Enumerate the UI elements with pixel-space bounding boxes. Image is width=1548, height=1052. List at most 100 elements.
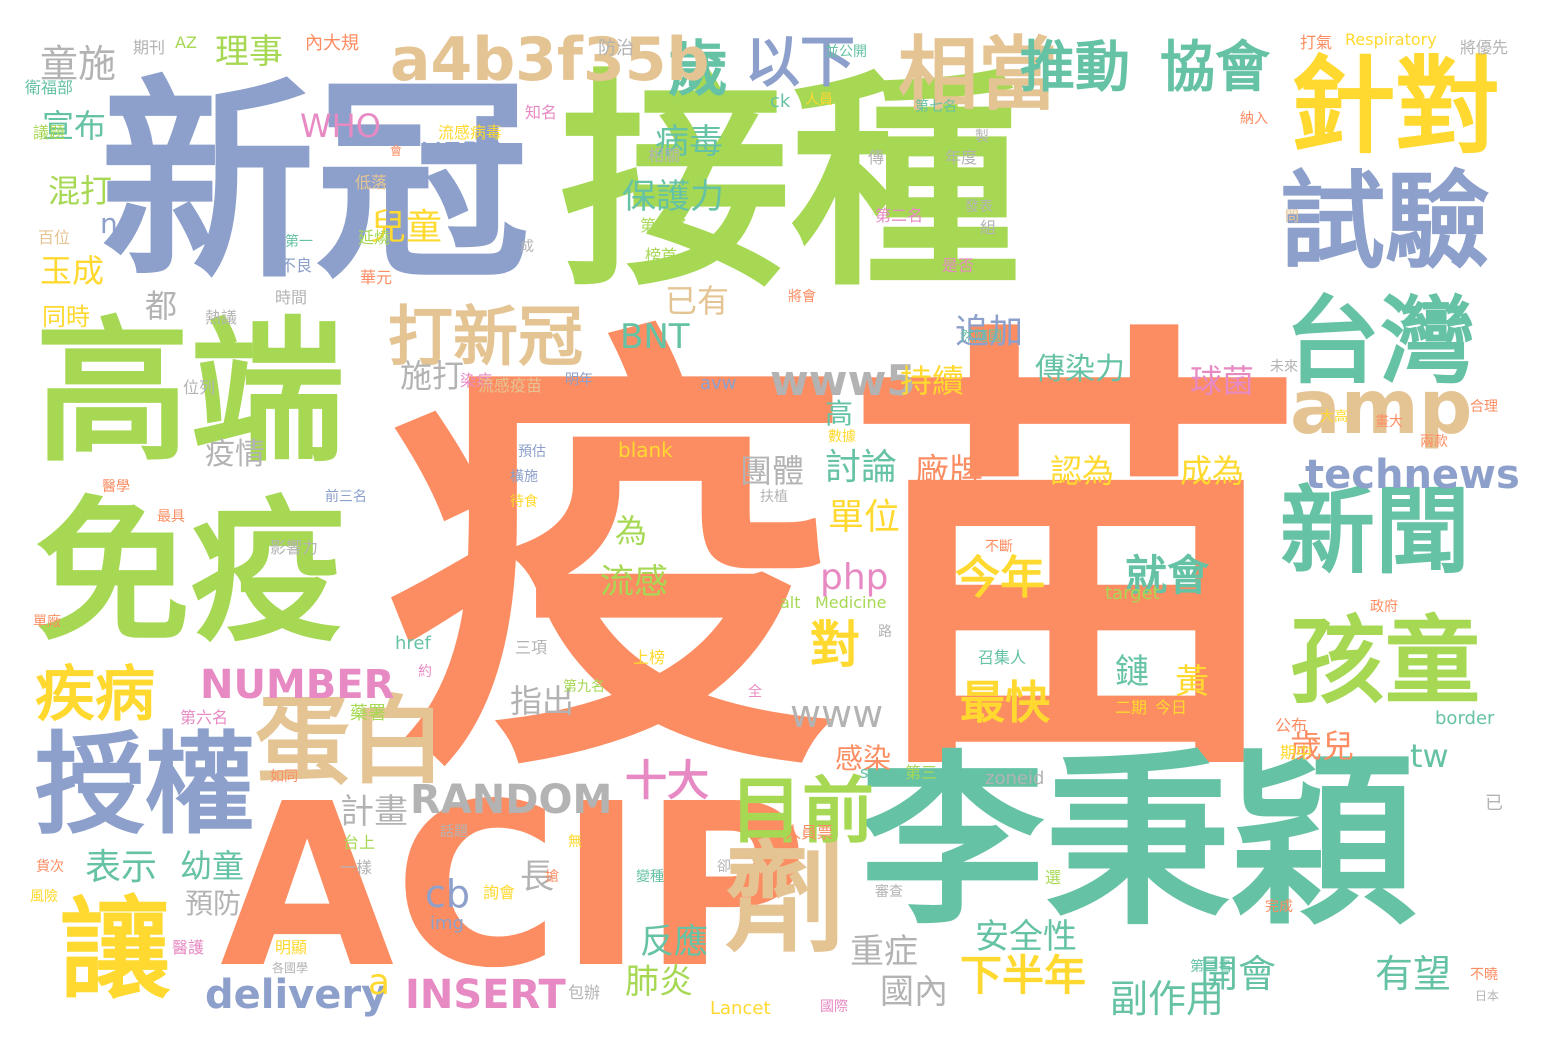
- word-cloud-term: 詢會: [483, 883, 516, 902]
- word-cloud-term: AZ: [175, 33, 197, 52]
- word-cloud-term: 完成: [1265, 899, 1293, 915]
- word-cloud-term: 無: [568, 834, 582, 850]
- word-cloud-term: php: [820, 557, 889, 598]
- word-cloud-term: 玉成: [40, 252, 105, 290]
- word-cloud-term: 幼童: [180, 847, 245, 885]
- word-cloud-term: 團體: [740, 452, 805, 490]
- word-cloud-term: 疫情: [205, 437, 265, 472]
- word-cloud-term: 高: [825, 397, 854, 430]
- word-cloud-term: 防治: [598, 38, 634, 59]
- word-cloud-term: 第三: [905, 763, 938, 782]
- word-cloud-term: 衛福部: [25, 78, 74, 97]
- word-cloud-term: 風險: [30, 889, 58, 905]
- word-cloud-term: 黃: [1175, 662, 1209, 702]
- word-cloud-term: a: [368, 962, 391, 1003]
- word-cloud-term: 畫大: [1375, 414, 1403, 430]
- word-cloud-term: 肺炎: [625, 962, 693, 1002]
- word-cloud-term: 發表: [965, 199, 993, 215]
- word-cloud-term: 已: [1485, 793, 1503, 814]
- word-cloud-term: 醫學: [102, 479, 130, 495]
- word-cloud-term: 第二名: [875, 206, 924, 225]
- word-cloud-term: Medicine: [815, 593, 887, 612]
- word-cloud-term: 不良: [280, 256, 313, 275]
- word-cloud-term: 鏈: [1115, 652, 1149, 692]
- word-cloud-term: 是否: [942, 256, 975, 275]
- word-cloud-term: 混打: [48, 172, 113, 210]
- word-cloud-term: 協會: [1160, 35, 1271, 99]
- word-cloud-term: border: [1435, 708, 1495, 729]
- word-cloud-term: 球菌: [1190, 362, 1255, 400]
- word-cloud-term: 製: [975, 129, 989, 145]
- word-cloud-term: 將會: [788, 289, 816, 305]
- word-cloud-term: avw: [700, 373, 737, 394]
- word-cloud-term: 保護力: [622, 177, 724, 217]
- word-cloud-term: 十大: [625, 756, 710, 805]
- word-cloud-term: target: [1105, 583, 1160, 604]
- word-cloud-term: 醫護: [172, 938, 205, 957]
- word-cloud-term: 最具: [157, 509, 185, 525]
- word-cloud-term: NUMBER: [200, 662, 395, 708]
- word-cloud-term: www: [790, 692, 884, 736]
- word-cloud-term: src: [860, 763, 884, 782]
- word-cloud-term: 李秉穎: [860, 734, 1415, 950]
- word-cloud-term: 單位: [828, 497, 901, 538]
- word-cloud-term: 前三名: [325, 489, 367, 505]
- word-cloud-term: 理事: [215, 32, 283, 72]
- word-cloud-term: 低落: [355, 173, 388, 192]
- word-cloud-term: a4b3f35b: [390, 25, 710, 95]
- word-cloud-term: 約: [418, 664, 432, 680]
- word-cloud-term: 明年: [565, 372, 593, 388]
- word-cloud-term: 召集人: [978, 648, 1027, 667]
- word-cloud-term: 相關: [648, 146, 681, 165]
- word-cloud-term: 反應: [640, 922, 708, 962]
- word-cloud-term: WHO: [300, 107, 381, 145]
- word-cloud-term: 國內: [880, 972, 948, 1012]
- word-cloud-term: 各國學: [272, 961, 309, 975]
- word-cloud-term: 問: [1285, 209, 1299, 225]
- word-cloud-term: 流感: [600, 562, 668, 602]
- word-cloud-term: INSERT: [405, 972, 566, 1018]
- word-cloud-term: 百位: [38, 228, 71, 247]
- word-cloud-term: 貨次: [36, 859, 64, 875]
- word-cloud-term: 審查: [875, 884, 903, 900]
- word-cloud-term: 台上: [343, 833, 376, 852]
- word-cloud-term: 孩童: [1290, 607, 1481, 717]
- word-cloud-term: 華元: [360, 268, 393, 287]
- word-cloud-term: 流感疫苗: [478, 376, 543, 395]
- word-cloud-term: 劑: [725, 830, 845, 969]
- word-cloud-term: 傳染力: [1035, 352, 1125, 387]
- word-cloud-term: 納入: [1240, 111, 1268, 127]
- word-cloud-term: 預防: [185, 887, 242, 920]
- word-cloud-term: 大高: [1320, 409, 1348, 425]
- word-cloud-term: 新聞: [1280, 477, 1471, 587]
- word-cloud-term: 第一: [285, 234, 313, 250]
- word-cloud-term: 第九名: [563, 679, 605, 695]
- word-cloud-term: 表示: [85, 847, 158, 888]
- word-cloud-term: 流感病毒: [438, 123, 503, 142]
- word-cloud-term: 國際: [820, 999, 848, 1015]
- word-cloud-term: 藥署: [350, 703, 386, 724]
- word-cloud-term: 人員: [805, 92, 833, 108]
- word-cloud-term: 公布: [1275, 716, 1308, 735]
- word-cloud-term: 授權: [35, 721, 255, 849]
- word-cloud-term: 今日: [1155, 698, 1188, 717]
- word-cloud-term: 期中: [1280, 743, 1313, 762]
- word-cloud-term: 讓: [60, 886, 170, 1014]
- word-cloud-term: 不斷: [985, 539, 1013, 555]
- word-cloud-term: 三項: [515, 638, 548, 657]
- word-cloud-term: 打氣: [1300, 33, 1333, 52]
- word-cloud-term: 人員票: [785, 823, 834, 842]
- word-cloud-term: 都: [145, 287, 178, 325]
- word-cloud-term: 包辦: [568, 983, 601, 1002]
- word-cloud-term: 最快: [960, 676, 1051, 729]
- word-cloud-term: 已有: [665, 282, 730, 320]
- word-cloud-term: 試驗: [1280, 161, 1491, 283]
- word-cloud-term: 第五名: [640, 216, 689, 235]
- word-cloud-term: 知名: [525, 103, 558, 122]
- word-cloud-term: 單廠: [33, 614, 61, 630]
- word-cloud-term: 政府: [1370, 599, 1398, 615]
- word-cloud-term: 影響力: [270, 538, 319, 557]
- word-cloud-term: 時間: [275, 288, 308, 307]
- word-cloud-term: 廠牌: [915, 452, 983, 492]
- word-cloud-term: blank: [618, 438, 673, 462]
